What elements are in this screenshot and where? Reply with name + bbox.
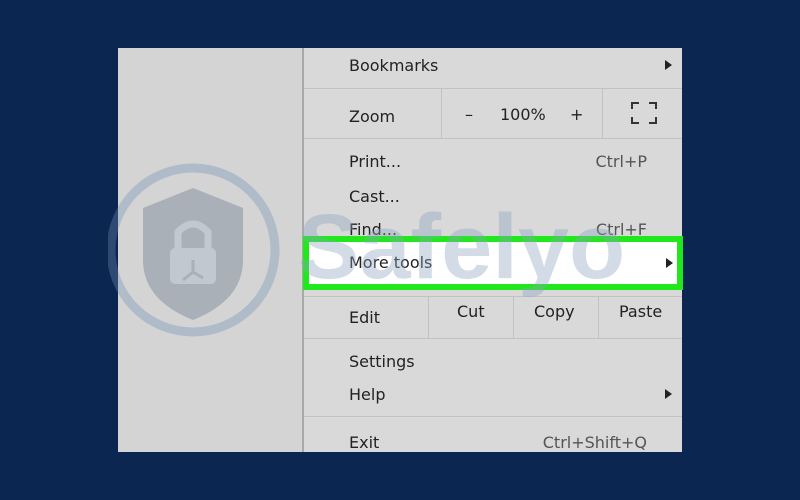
- menu-separator: [304, 416, 682, 417]
- zoom-out-button[interactable]: –: [465, 105, 473, 124]
- edit-label: Edit: [349, 307, 380, 327]
- settings-label: Settings: [349, 351, 415, 371]
- zoom-value: 100%: [500, 105, 546, 124]
- zoom-in-button[interactable]: +: [570, 105, 583, 124]
- zoom-cell-divider: [441, 88, 442, 138]
- zoom-label: Zoom: [349, 106, 396, 126]
- bookmarks-label: Bookmarks: [349, 55, 439, 75]
- menu-separator: [304, 138, 682, 139]
- menu-item-print[interactable]: Print... Ctrl+P: [304, 144, 682, 178]
- menu-separator: [304, 88, 682, 89]
- print-label: Print...: [349, 151, 402, 171]
- paste-button[interactable]: Paste: [619, 302, 662, 321]
- submenu-arrow-icon: [665, 389, 672, 399]
- cast-label: Cast...: [349, 186, 400, 206]
- menu-item-zoom: Zoom: [304, 98, 682, 134]
- menu-item-exit[interactable]: Exit Ctrl+Shift+Q: [304, 425, 682, 459]
- help-label: Help: [349, 384, 386, 404]
- menu-item-help[interactable]: Help: [304, 377, 682, 411]
- menu-item-settings[interactable]: Settings: [304, 344, 682, 378]
- menu-item-bookmarks[interactable]: Bookmarks: [304, 48, 682, 82]
- exit-shortcut: Ctrl+Shift+Q: [542, 432, 647, 452]
- print-shortcut: Ctrl+P: [595, 151, 647, 171]
- highlight-box: [303, 236, 683, 290]
- copy-button[interactable]: Copy: [534, 302, 575, 321]
- menu-item-cast[interactable]: Cast...: [304, 179, 682, 213]
- exit-label: Exit: [349, 432, 380, 452]
- fullscreen-icon[interactable]: [631, 102, 657, 124]
- menu-separator: [304, 338, 682, 339]
- submenu-arrow-icon: [665, 60, 672, 70]
- zoom-cell-divider: [602, 88, 603, 138]
- page-area: [118, 48, 302, 452]
- cut-button[interactable]: Cut: [457, 302, 485, 321]
